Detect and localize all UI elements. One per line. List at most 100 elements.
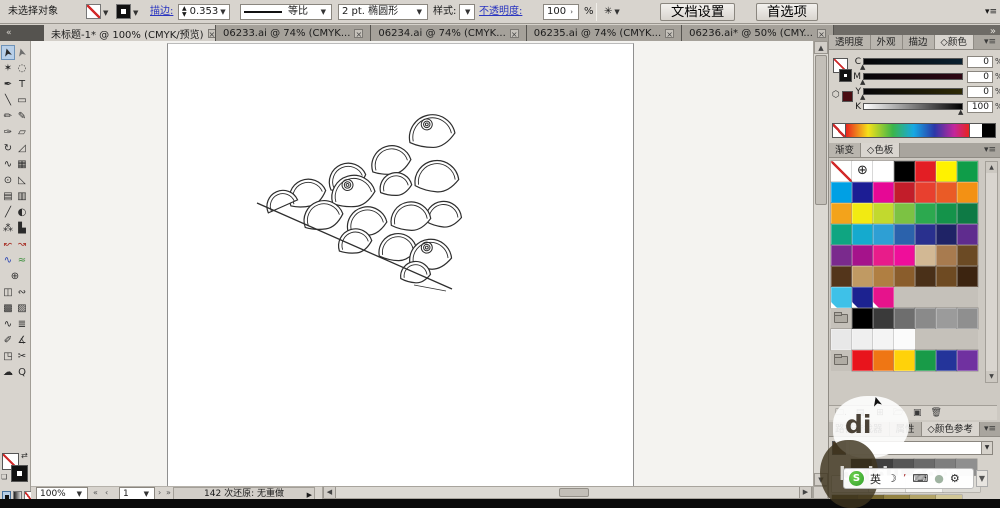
preferences-button[interactable]: 首选项	[756, 3, 818, 21]
direct-selection-tool[interactable]: ➤	[15, 45, 29, 60]
slider-thumb-icon[interactable]: ▲	[958, 108, 963, 116]
color-swatch[interactable]	[852, 224, 873, 245]
color-swatch[interactable]	[831, 245, 852, 266]
color-swatch[interactable]	[873, 329, 894, 350]
channel-value-field[interactable]: 0	[967, 71, 993, 83]
scroll-left-icon[interactable]: ◀	[323, 487, 336, 498]
panel-tab-描边[interactable]: 描边	[903, 35, 935, 49]
scroll-up-icon[interactable]: ▲	[986, 162, 997, 173]
color-swatch[interactable]	[894, 329, 915, 350]
stroke-proxy-black[interactable]	[11, 465, 28, 482]
panel-menu-icon[interactable]: ▾≡	[980, 143, 1000, 157]
color-swatch[interactable]	[915, 245, 936, 266]
arc-tool[interactable]: ↝	[15, 237, 29, 252]
color-swatch[interactable]	[873, 308, 894, 329]
global-color-swatch[interactable]	[831, 287, 852, 308]
ime-account-icon[interactable]: ●	[934, 472, 944, 485]
control-panel-menu-icon[interactable]: ▾≡	[985, 4, 997, 20]
color-swatch[interactable]	[831, 203, 852, 224]
close-tab-icon[interactable]: ×	[208, 29, 216, 38]
spectrum-none-icon[interactable]	[833, 124, 846, 137]
toolbar-collapse-icon[interactable]: «	[0, 25, 44, 41]
panel-tab-渐变[interactable]: 渐变	[829, 143, 861, 157]
channel-value-field[interactable]: 0	[967, 86, 993, 98]
warp-tool[interactable]: ↜	[1, 237, 15, 252]
opacity-field[interactable]: 100 ›	[543, 4, 579, 20]
measure-tool[interactable]: ✐	[1, 333, 15, 348]
rectangle-tool[interactable]: ▭	[15, 93, 29, 108]
stroke-color-control[interactable]: ▼	[116, 4, 140, 20]
global-color-swatch[interactable]	[852, 287, 873, 308]
close-tab-icon[interactable]: ×	[354, 29, 363, 38]
type-tool[interactable]: T	[15, 77, 29, 92]
scroll-right-icon[interactable]: ▶	[799, 487, 812, 498]
color-swatch[interactable]	[831, 266, 852, 287]
default-fill-stroke-icon[interactable]: ❏	[1, 473, 7, 481]
panel-menu-icon[interactable]: ▾≡	[980, 35, 1000, 49]
new-swatch-icon[interactable]: ▣	[913, 408, 922, 418]
color-swatch[interactable]	[894, 245, 915, 266]
close-tab-icon[interactable]: ×	[510, 29, 519, 38]
swap-fill-stroke-icon[interactable]: ⇄	[21, 451, 28, 460]
shape-builder-tool[interactable]: ⊙	[1, 173, 15, 188]
scallop-tool[interactable]: ∾	[15, 285, 29, 300]
slice-tool[interactable]: ◳	[1, 349, 15, 364]
brush-dropdown[interactable]: 2 pt. 椭圆形 ▼	[338, 4, 428, 20]
scroll-down-icon[interactable]: ▼	[986, 371, 997, 382]
vertical-scroll-thumb[interactable]	[815, 55, 827, 205]
symbol-sprayer-tool[interactable]: ⁂	[1, 221, 15, 236]
color-swatch[interactable]	[915, 182, 936, 203]
channel-value-field[interactable]: 100	[967, 101, 993, 113]
color-swatch[interactable]	[936, 266, 957, 287]
mesh-tool[interactable]: ▤	[1, 189, 15, 204]
color-swatch[interactable]	[936, 224, 957, 245]
rotate-tool[interactable]: ↻	[1, 141, 15, 156]
color-swatch[interactable]	[957, 161, 978, 182]
color-group-folder-icon[interactable]	[831, 350, 852, 371]
color-swatch[interactable]	[831, 329, 852, 350]
channel-slider[interactable]: ▲	[863, 88, 963, 95]
color-swatch[interactable]	[873, 224, 894, 245]
line-segment-tool[interactable]: ╲	[1, 93, 15, 108]
sogou-logo-icon[interactable]: S	[849, 471, 864, 486]
color-swatch[interactable]	[873, 266, 894, 287]
color-swatch[interactable]	[852, 350, 873, 371]
color-swatch[interactable]	[852, 203, 873, 224]
color-swatch[interactable]	[873, 350, 894, 371]
free-transform-tool[interactable]: ▦	[15, 157, 29, 172]
color-swatch[interactable]	[957, 182, 978, 203]
gradient-tool[interactable]: ▥	[15, 189, 29, 204]
channel-slider[interactable]: ▲	[863, 73, 963, 80]
stepper-icon[interactable]: ▲▼	[182, 6, 187, 18]
color-swatch[interactable]	[831, 182, 852, 203]
eyedropper-tool[interactable]: ╱	[1, 205, 15, 220]
color-swatch[interactable]	[957, 308, 978, 329]
canvas-area[interactable]	[31, 41, 813, 486]
color-swatch[interactable]	[894, 182, 915, 203]
vertical-scrollbar[interactable]: ▲ ▼	[813, 41, 828, 486]
color-swatch[interactable]	[852, 266, 873, 287]
color-swatch[interactable]	[915, 161, 936, 182]
style-dropdown[interactable]: ▼	[459, 4, 475, 20]
color-swatch[interactable]	[852, 329, 873, 350]
swatch-scrollbar[interactable]: ▲ ▼	[985, 161, 998, 383]
document-tab[interactable]: 06235.ai @ 74% (CMYK...×	[527, 25, 682, 41]
color-swatch[interactable]	[852, 308, 873, 329]
close-tab-icon[interactable]: ×	[665, 29, 674, 38]
stroke-panel-link[interactable]: 描边:	[150, 4, 173, 20]
selection-tool[interactable]: ➤	[1, 45, 15, 60]
spectrum-black[interactable]	[982, 124, 995, 137]
color-swatch[interactable]	[873, 161, 894, 182]
color-spectrum-bar[interactable]	[832, 123, 996, 138]
color-swatch[interactable]	[852, 245, 873, 266]
hand-tool[interactable]: ☁	[1, 365, 15, 380]
spectrum-white[interactable]	[969, 124, 982, 137]
stroke-profile-dropdown[interactable]: 等比 ▼	[240, 4, 332, 20]
color-swatch[interactable]	[873, 203, 894, 224]
document-tab[interactable]: 06234.ai @ 74% (CMYK...×	[371, 25, 526, 41]
color-swatch[interactable]	[915, 308, 936, 329]
angle-tool[interactable]: ∡	[15, 333, 29, 348]
slider-thumb-icon[interactable]: ▲	[860, 78, 865, 86]
close-tab-icon[interactable]: ×	[817, 29, 826, 38]
perspective-grid-tool[interactable]: ◺	[15, 173, 29, 188]
